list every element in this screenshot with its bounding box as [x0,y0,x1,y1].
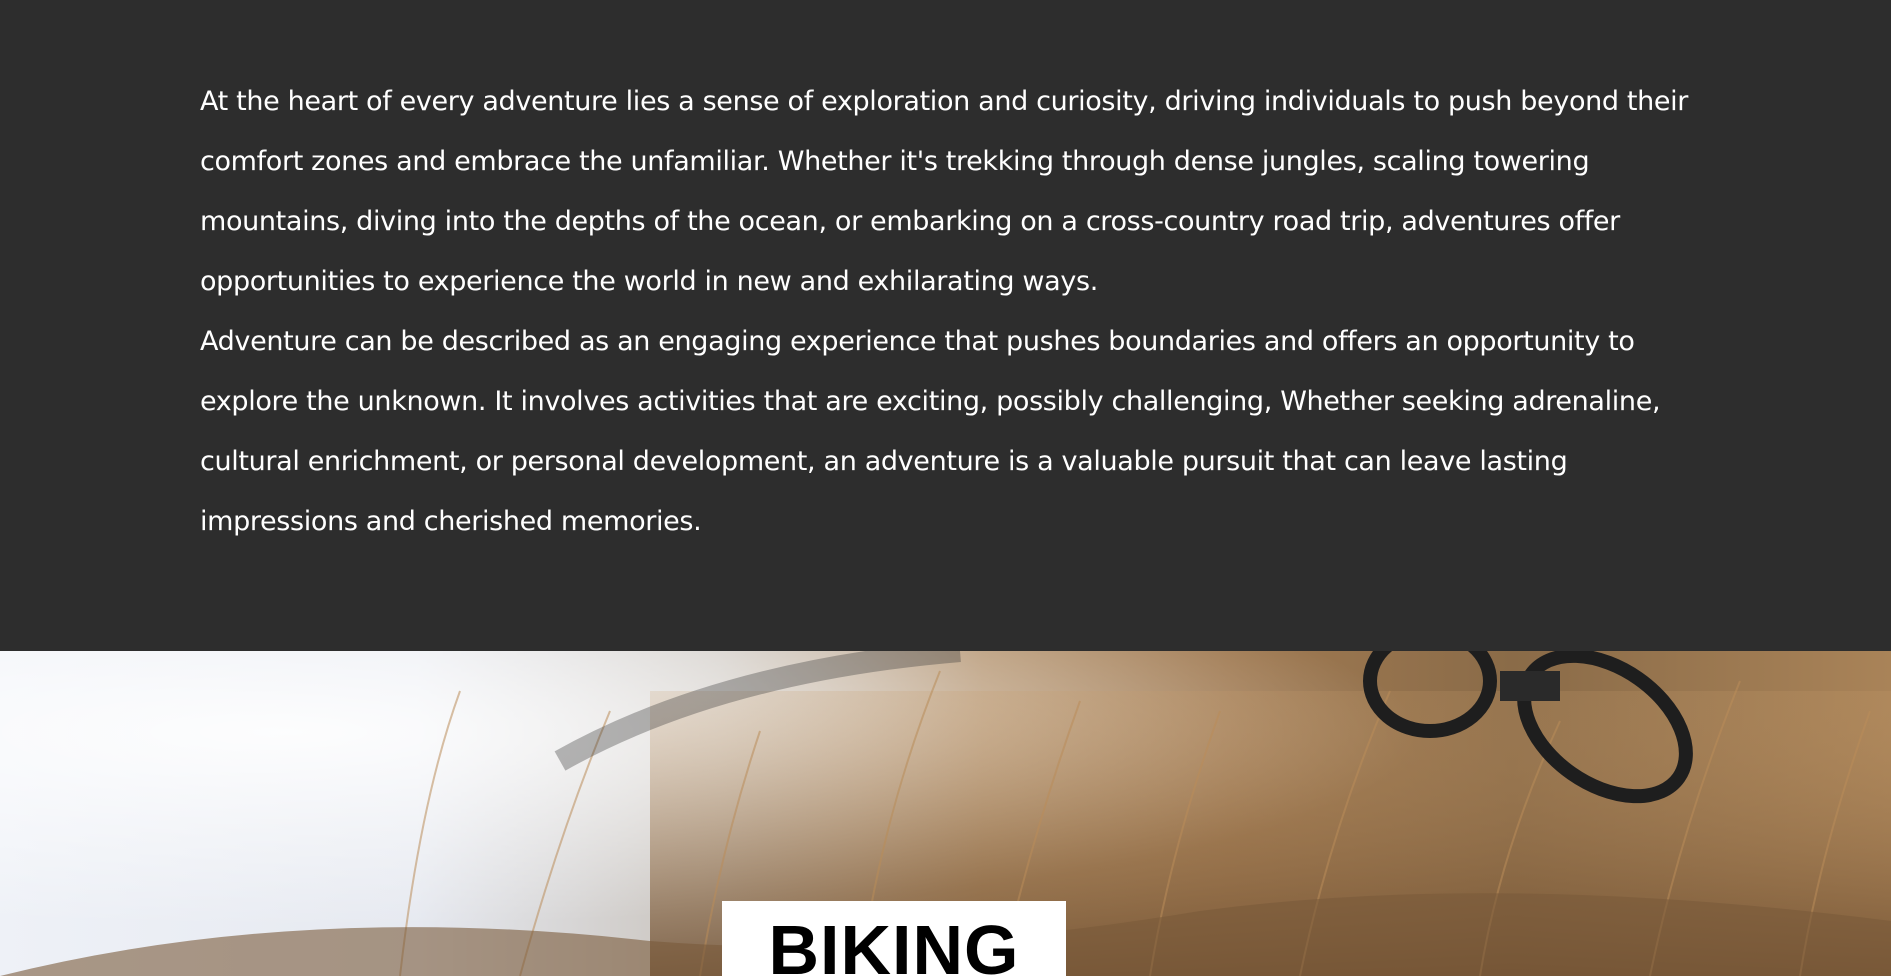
intro-text: At the heart of every adventure lies a s… [200,72,1720,552]
intro-paragraph-2: Adventure can be described as an engagin… [200,326,1661,537]
biking-label-text: BIKING [768,911,1020,976]
intro-section: At the heart of every adventure lies a s… [0,0,1891,651]
biking-hero[interactable]: BIKING [0,651,1891,976]
intro-paragraph-1: At the heart of every adventure lies a s… [200,86,1689,297]
biking-label[interactable]: BIKING [722,901,1066,976]
